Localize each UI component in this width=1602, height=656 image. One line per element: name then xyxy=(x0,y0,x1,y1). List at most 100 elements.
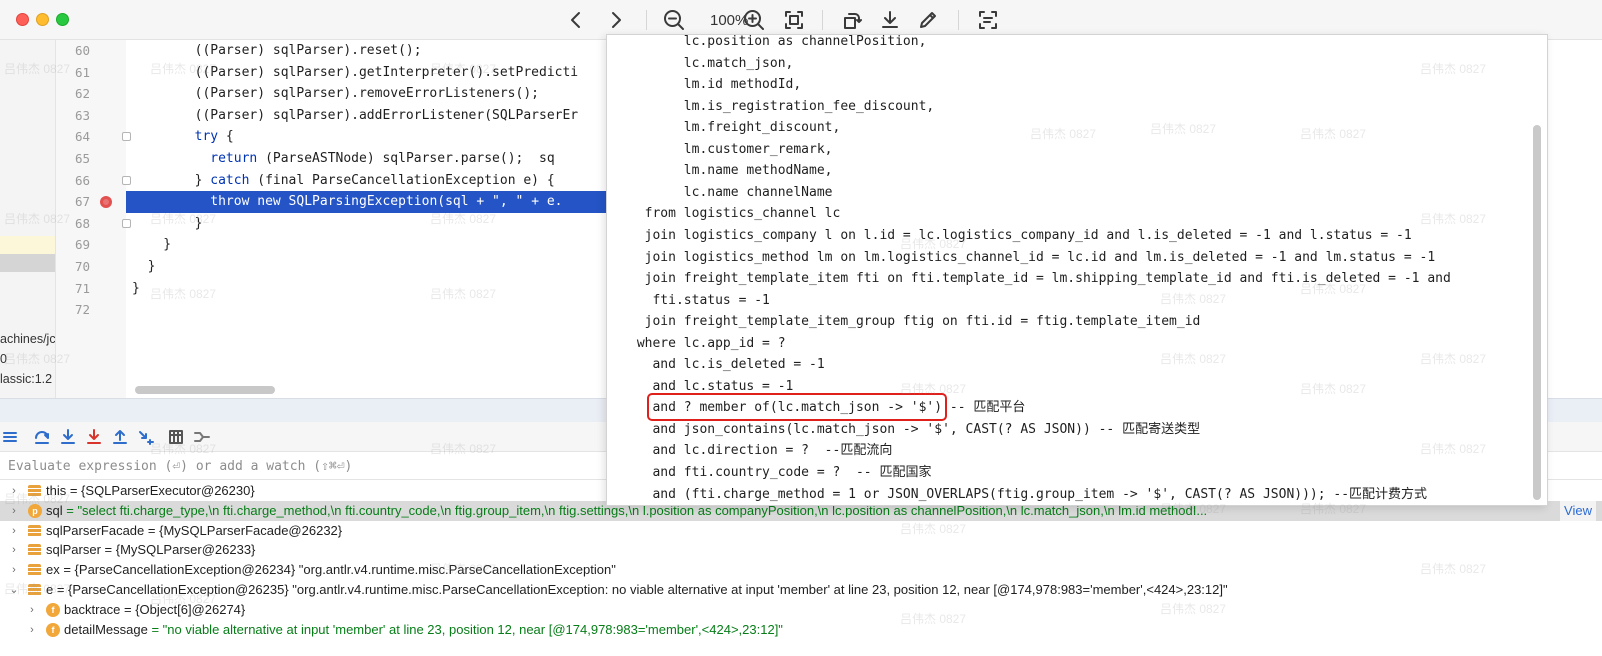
variable-row[interactable]: › sqlParserFacade = {MySQLParserFacade@26… xyxy=(0,521,1602,541)
variable-icon xyxy=(28,584,41,596)
parameter-icon: p xyxy=(28,503,42,518)
forward-button[interactable] xyxy=(606,6,626,34)
rotate-button[interactable] xyxy=(840,6,864,34)
variable-name: this xyxy=(46,483,67,498)
editor-horizontal-scrollbar[interactable] xyxy=(135,386,275,394)
code-line[interactable]: 62 ((Parser) sqlParser).removeErrorListe… xyxy=(56,83,620,105)
variable-row[interactable]: › sqlParser = {MySQLParser@26233} xyxy=(0,540,1602,560)
code-line[interactable]: 60 ((Parser) sqlParser).reset(); xyxy=(56,40,620,62)
sql-line: join logistics_company l on l.id = lc.lo… xyxy=(629,227,1412,243)
calculator-icon xyxy=(169,430,183,444)
code-line[interactable]: 68 } xyxy=(56,213,620,235)
line-number: 66 xyxy=(74,172,90,188)
annotation-highlight-box xyxy=(647,393,947,421)
code-line[interactable]: 64 try { xyxy=(56,126,620,148)
highlighted-tree-row xyxy=(0,236,55,256)
sql-line: lm.id methodId, xyxy=(629,77,802,93)
code-line[interactable]: 61 ((Parser) sqlParser).getInterpreter()… xyxy=(56,62,620,84)
fold-toggle-icon[interactable] xyxy=(122,218,131,228)
chevron-down-icon[interactable]: ⌄ xyxy=(8,580,20,600)
force-step-into-button[interactable] xyxy=(86,429,102,445)
sql-line: lm.name methodName, xyxy=(629,163,833,179)
tree-item-text[interactable]: 0 xyxy=(0,352,7,366)
sql-line: and json_contains(lc.match_json -> '$', … xyxy=(629,421,1201,437)
line-number: 72 xyxy=(74,302,90,318)
close-window-button[interactable] xyxy=(16,13,29,26)
download-button[interactable] xyxy=(878,6,902,34)
code-text: ((Parser) sqlParser).addErrorListener(SQ… xyxy=(132,107,579,123)
fit-screen-button[interactable] xyxy=(782,6,806,34)
download-icon xyxy=(882,11,898,28)
variable-row[interactable]: › ex = {ParseCancellationException@26234}… xyxy=(0,560,1602,580)
code-line[interactable]: 70 } xyxy=(56,256,620,278)
trace-stream-button[interactable] xyxy=(194,429,210,445)
line-number: 64 xyxy=(74,129,90,145)
variable-icon xyxy=(28,524,41,537)
line-number: 62 xyxy=(74,86,90,102)
zoom-in-button[interactable] xyxy=(742,6,766,34)
chevron-right-icon[interactable]: › xyxy=(8,560,20,580)
tree-item-text[interactable]: achines/jc xyxy=(0,332,55,346)
code-line[interactable]: 65 return (ParseASTNode) sqlParser.parse… xyxy=(56,148,620,170)
sql-line: join logistics_method lm on lm.logistics… xyxy=(629,249,1436,265)
line-number: 71 xyxy=(74,280,90,296)
code-line[interactable]: 63 ((Parser) sqlParser).addErrorListener… xyxy=(56,105,620,127)
minimize-window-button[interactable] xyxy=(36,13,49,26)
chevron-right-icon[interactable]: › xyxy=(26,600,38,620)
code-text: return (ParseASTNode) sqlParser.parse();… xyxy=(132,148,554,170)
variable-row[interactable]: › f backtrace = {Object[6]@26274} xyxy=(0,600,1602,620)
evaluate-expression-button[interactable] xyxy=(168,429,184,445)
chevron-right-icon[interactable]: › xyxy=(8,521,20,541)
keyword-token: catch xyxy=(210,172,250,188)
chevron-right-icon[interactable]: › xyxy=(26,620,38,640)
code-line[interactable]: 69 } xyxy=(56,234,620,256)
line-number: 69 xyxy=(74,237,90,253)
zoom-out-button[interactable] xyxy=(662,6,686,34)
variable-value: = {MySQLParser@26233} xyxy=(100,542,256,558)
step-out-button[interactable] xyxy=(112,429,128,445)
sql-line: join freight_template_item_group ftig on… xyxy=(629,314,1201,330)
tree-item-text[interactable]: lassic:1.2 xyxy=(0,372,52,386)
line-number: 60 xyxy=(74,43,90,58)
sql-preview-scrollbar[interactable] xyxy=(1533,125,1541,500)
variable-value: = {SQLParserExecutor@26230} xyxy=(66,483,255,498)
frames-menu-button[interactable] xyxy=(2,429,18,445)
view-value-link[interactable]: View xyxy=(1560,500,1596,521)
sql-line: and (fti.charge_method = 1 or JSON_OVERL… xyxy=(629,486,1428,502)
variable-row[interactable]: › f detailMessage = "no viable alternative… xyxy=(0,620,1602,640)
code-line[interactable]: 66 } catch (final ParseCancellationExcep… xyxy=(56,170,620,192)
chevron-left-icon xyxy=(571,12,580,28)
back-button[interactable] xyxy=(566,6,586,34)
edit-button[interactable] xyxy=(916,6,940,34)
step-over-button[interactable] xyxy=(34,429,50,445)
variable-value: = {ParseCancellationException@26234} "or… xyxy=(59,562,616,578)
code-text: ((Parser) sqlParser).getInterpreter().se… xyxy=(132,64,579,80)
code-line[interactable]: 67 throw new SQLParsingException(sql + "… xyxy=(75,191,620,214)
variable-label: this = {SQLParserExecutor@26230} xyxy=(46,481,255,501)
chevron-right-icon xyxy=(612,12,621,28)
chevron-right-icon[interactable]: › xyxy=(8,501,20,521)
step-into-button[interactable] xyxy=(60,429,76,445)
selected-tree-row[interactable] xyxy=(0,254,55,272)
line-number: 61 xyxy=(74,64,90,80)
field-icon: f xyxy=(46,622,60,637)
variable-row[interactable]: ⌄ e = {ParseCancellationException@26235} … xyxy=(0,580,1602,600)
fold-toggle-icon[interactable] xyxy=(122,175,131,185)
chevron-right-icon[interactable]: › xyxy=(8,540,20,560)
scan-text-icon xyxy=(979,11,997,29)
zoom-window-button[interactable] xyxy=(56,13,69,26)
chevron-right-icon[interactable]: › xyxy=(8,481,20,501)
edit-icon xyxy=(920,12,936,28)
force-step-into-icon xyxy=(87,429,101,444)
scan-text-button[interactable] xyxy=(976,6,1000,34)
line-number: 63 xyxy=(74,107,90,123)
sql-line: and fti.country_code = ? -- 匹配国家 xyxy=(629,465,932,480)
code-editor[interactable]: 60 ((Parser) sqlParser).reset(); 61 ((Par… xyxy=(56,40,620,398)
line-number: 67 xyxy=(74,194,90,210)
fold-toggle-icon[interactable] xyxy=(122,132,131,142)
code-line[interactable]: 71} xyxy=(56,278,620,300)
sql-line: lc.match_json, xyxy=(629,55,794,71)
run-to-cursor-button[interactable] xyxy=(138,429,154,445)
sql-line: lc.name channelName xyxy=(629,184,833,200)
code-line[interactable]: 72 xyxy=(56,299,620,321)
